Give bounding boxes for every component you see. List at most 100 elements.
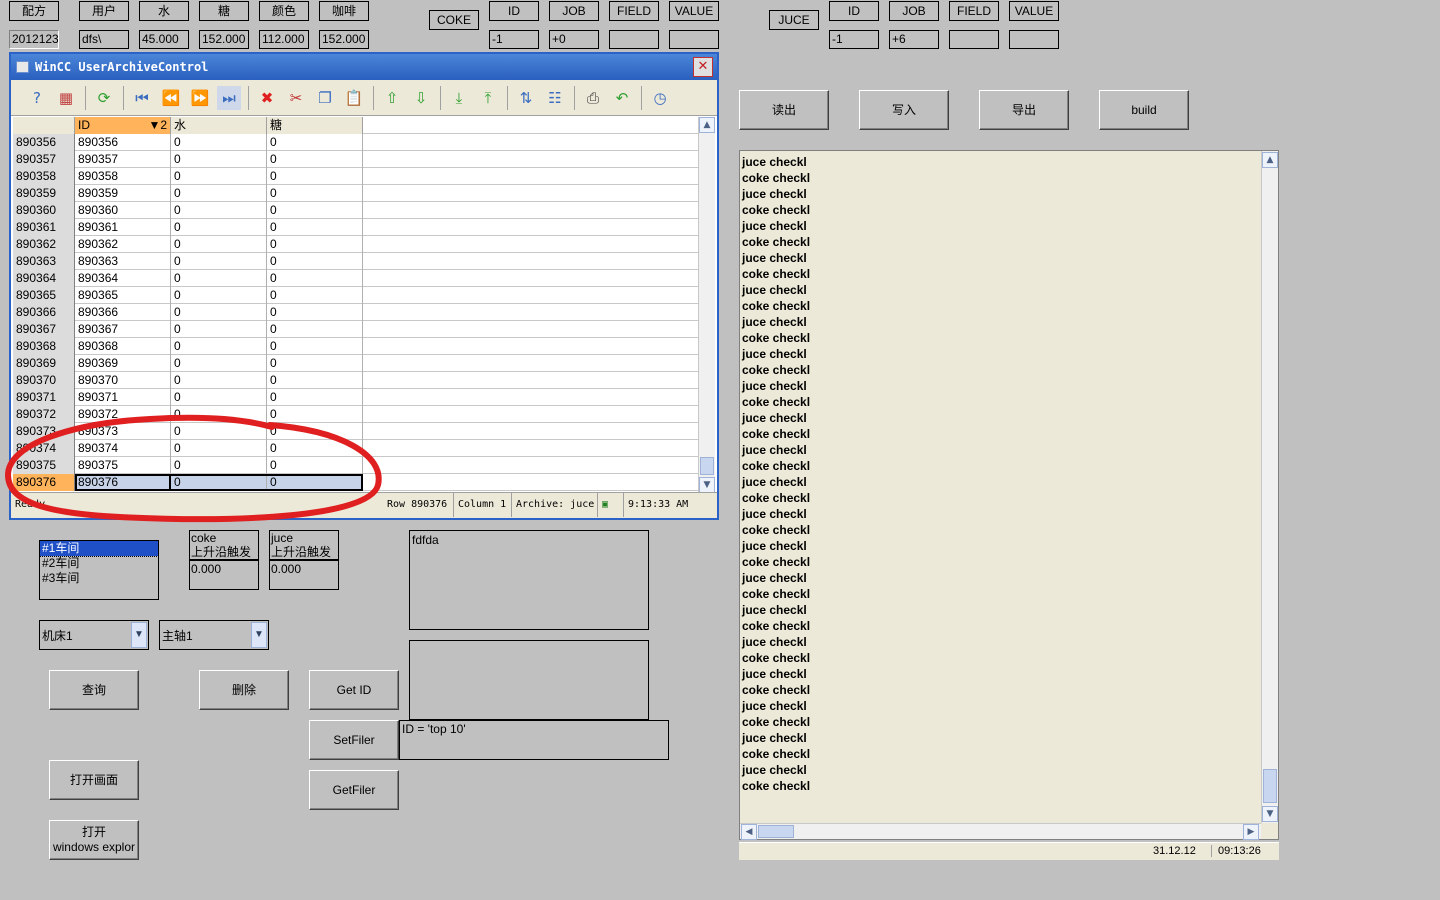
- cell-sugar[interactable]: 0: [267, 287, 363, 304]
- cell-id[interactable]: 890362: [75, 236, 171, 253]
- cell-id[interactable]: 890369: [75, 355, 171, 372]
- juce-id-field[interactable]: -1: [829, 30, 879, 49]
- cell-id[interactable]: 890363: [75, 253, 171, 270]
- cell-id[interactable]: 890359: [75, 185, 171, 202]
- build-button[interactable]: build: [1099, 90, 1189, 130]
- cell-id[interactable]: 890370: [75, 372, 171, 389]
- row-header[interactable]: 890360: [13, 202, 75, 219]
- next-record-icon[interactable]: ⏩: [188, 86, 212, 110]
- table-row[interactable]: 890370 890370 0 0: [13, 372, 698, 389]
- get-filter-button[interactable]: GetFiler: [309, 770, 399, 810]
- row-header[interactable]: 890370: [13, 372, 75, 389]
- table-row[interactable]: 890361 890361 0 0: [13, 219, 698, 236]
- log-vertical-scrollbar[interactable]: ▲ ▼: [1261, 151, 1278, 823]
- column-header-sugar[interactable]: 糖: [267, 117, 363, 134]
- column-header-water[interactable]: 水: [171, 117, 267, 134]
- table-row[interactable]: 890356 890356 0 0: [13, 134, 698, 151]
- cell-water[interactable]: 0: [171, 185, 267, 202]
- juce-value-field[interactable]: [1009, 30, 1059, 49]
- cell-sugar[interactable]: 0: [267, 338, 363, 355]
- import-icon[interactable]: ⇧: [380, 86, 404, 110]
- table-row[interactable]: 890369 890369 0 0: [13, 355, 698, 372]
- config-icon[interactable]: ▦: [54, 86, 78, 110]
- scroll-down-icon[interactable]: ▼: [1262, 806, 1278, 822]
- timer-icon[interactable]: ◷: [648, 86, 672, 110]
- row-header[interactable]: 890362: [13, 236, 75, 253]
- cut-icon[interactable]: ✂: [284, 86, 308, 110]
- sort-icon[interactable]: ⇅: [514, 86, 538, 110]
- cell-water[interactable]: 0: [171, 321, 267, 338]
- row-header[interactable]: 890357: [13, 151, 75, 168]
- text-area-2[interactable]: [409, 640, 649, 720]
- select-icon[interactable]: ☷: [543, 86, 567, 110]
- cell-sugar[interactable]: 0: [267, 185, 363, 202]
- cell-sugar[interactable]: 0: [267, 270, 363, 287]
- table-row[interactable]: 890371 890371 0 0: [13, 389, 698, 406]
- cell-sugar[interactable]: 0: [267, 355, 363, 372]
- cell-water[interactable]: 0: [171, 287, 267, 304]
- field-water[interactable]: 45.000: [139, 30, 189, 49]
- scroll-thumb[interactable]: [1263, 769, 1277, 803]
- spindle-combo[interactable]: 主轴1 ▼: [159, 620, 269, 650]
- write-button[interactable]: 写入: [859, 90, 949, 130]
- export-icon[interactable]: ⇩: [409, 86, 433, 110]
- scroll-up-icon[interactable]: ▲: [699, 117, 715, 133]
- cell-water[interactable]: 0: [171, 168, 267, 185]
- cell-water[interactable]: 0: [171, 338, 267, 355]
- cell-water[interactable]: 0: [171, 355, 267, 372]
- coke-value-field[interactable]: [669, 30, 719, 49]
- cell-water[interactable]: 0: [171, 219, 267, 236]
- column-header-id[interactable]: ID ▼2: [75, 117, 171, 134]
- text-area-1[interactable]: fdfda: [409, 530, 649, 630]
- cell-id[interactable]: 890357: [75, 151, 171, 168]
- query-button[interactable]: 查询: [49, 670, 139, 710]
- table-row[interactable]: 890367 890367 0 0: [13, 321, 698, 338]
- undo-icon[interactable]: ↶: [610, 86, 634, 110]
- table-row[interactable]: 890360 890360 0 0: [13, 202, 698, 219]
- table-row[interactable]: 890368 890368 0 0: [13, 338, 698, 355]
- cell-sugar[interactable]: 0: [267, 389, 363, 406]
- help-icon[interactable]: ?: [25, 86, 49, 110]
- cell-water[interactable]: 0: [171, 151, 267, 168]
- cell-id[interactable]: 890368: [75, 338, 171, 355]
- log-horizontal-scrollbar[interactable]: ◀ ▶: [740, 823, 1261, 840]
- cell-sugar[interactable]: 0: [267, 372, 363, 389]
- cell-sugar[interactable]: 0: [267, 304, 363, 321]
- cell-id[interactable]: 890364: [75, 270, 171, 287]
- table-row[interactable]: 890359 890359 0 0: [13, 185, 698, 202]
- field-color[interactable]: 112.000: [259, 30, 309, 49]
- read-tags-icon[interactable]: ⤓: [447, 86, 471, 110]
- scroll-thumb[interactable]: [700, 457, 714, 475]
- row-header[interactable]: 890365: [13, 287, 75, 304]
- field-user[interactable]: dfs\: [79, 30, 129, 49]
- h-scroll-thumb[interactable]: [758, 825, 794, 838]
- row-header[interactable]: 890359: [13, 185, 75, 202]
- cell-water[interactable]: 0: [171, 253, 267, 270]
- print-icon[interactable]: ⎙: [581, 86, 605, 110]
- copy-icon[interactable]: ❐: [313, 86, 337, 110]
- refresh-icon[interactable]: ⟳: [92, 86, 116, 110]
- scroll-right-icon[interactable]: ▶: [1243, 824, 1259, 840]
- filter-field[interactable]: ID = 'top 10': [399, 720, 669, 760]
- cell-water[interactable]: 0: [171, 389, 267, 406]
- cell-sugar[interactable]: 0: [267, 168, 363, 185]
- field-coffee[interactable]: 152.000: [319, 30, 369, 49]
- chevron-down-icon[interactable]: ▼: [131, 622, 147, 648]
- open-explorer-button[interactable]: 打开 windows explor: [49, 820, 139, 860]
- cell-sugar[interactable]: 0: [267, 134, 363, 151]
- open-screen-button[interactable]: 打开画面: [49, 760, 139, 800]
- scroll-left-icon[interactable]: ◀: [741, 824, 757, 840]
- cell-water[interactable]: 0: [171, 372, 267, 389]
- table-row[interactable]: 890364 890364 0 0: [13, 270, 698, 287]
- cell-id[interactable]: 890371: [75, 389, 171, 406]
- close-button[interactable]: ✕: [693, 57, 713, 77]
- chevron-down-icon[interactable]: ▼: [251, 622, 267, 648]
- row-header[interactable]: 890356: [13, 134, 75, 151]
- cell-water[interactable]: 0: [171, 270, 267, 287]
- write-tags-icon[interactable]: ⤒: [476, 86, 500, 110]
- first-record-icon[interactable]: ⏮: [130, 86, 154, 110]
- scroll-down-icon[interactable]: ▼: [699, 477, 715, 493]
- export-button[interactable]: 导出: [979, 90, 1069, 130]
- cell-sugar[interactable]: 0: [267, 321, 363, 338]
- cell-water[interactable]: 0: [171, 202, 267, 219]
